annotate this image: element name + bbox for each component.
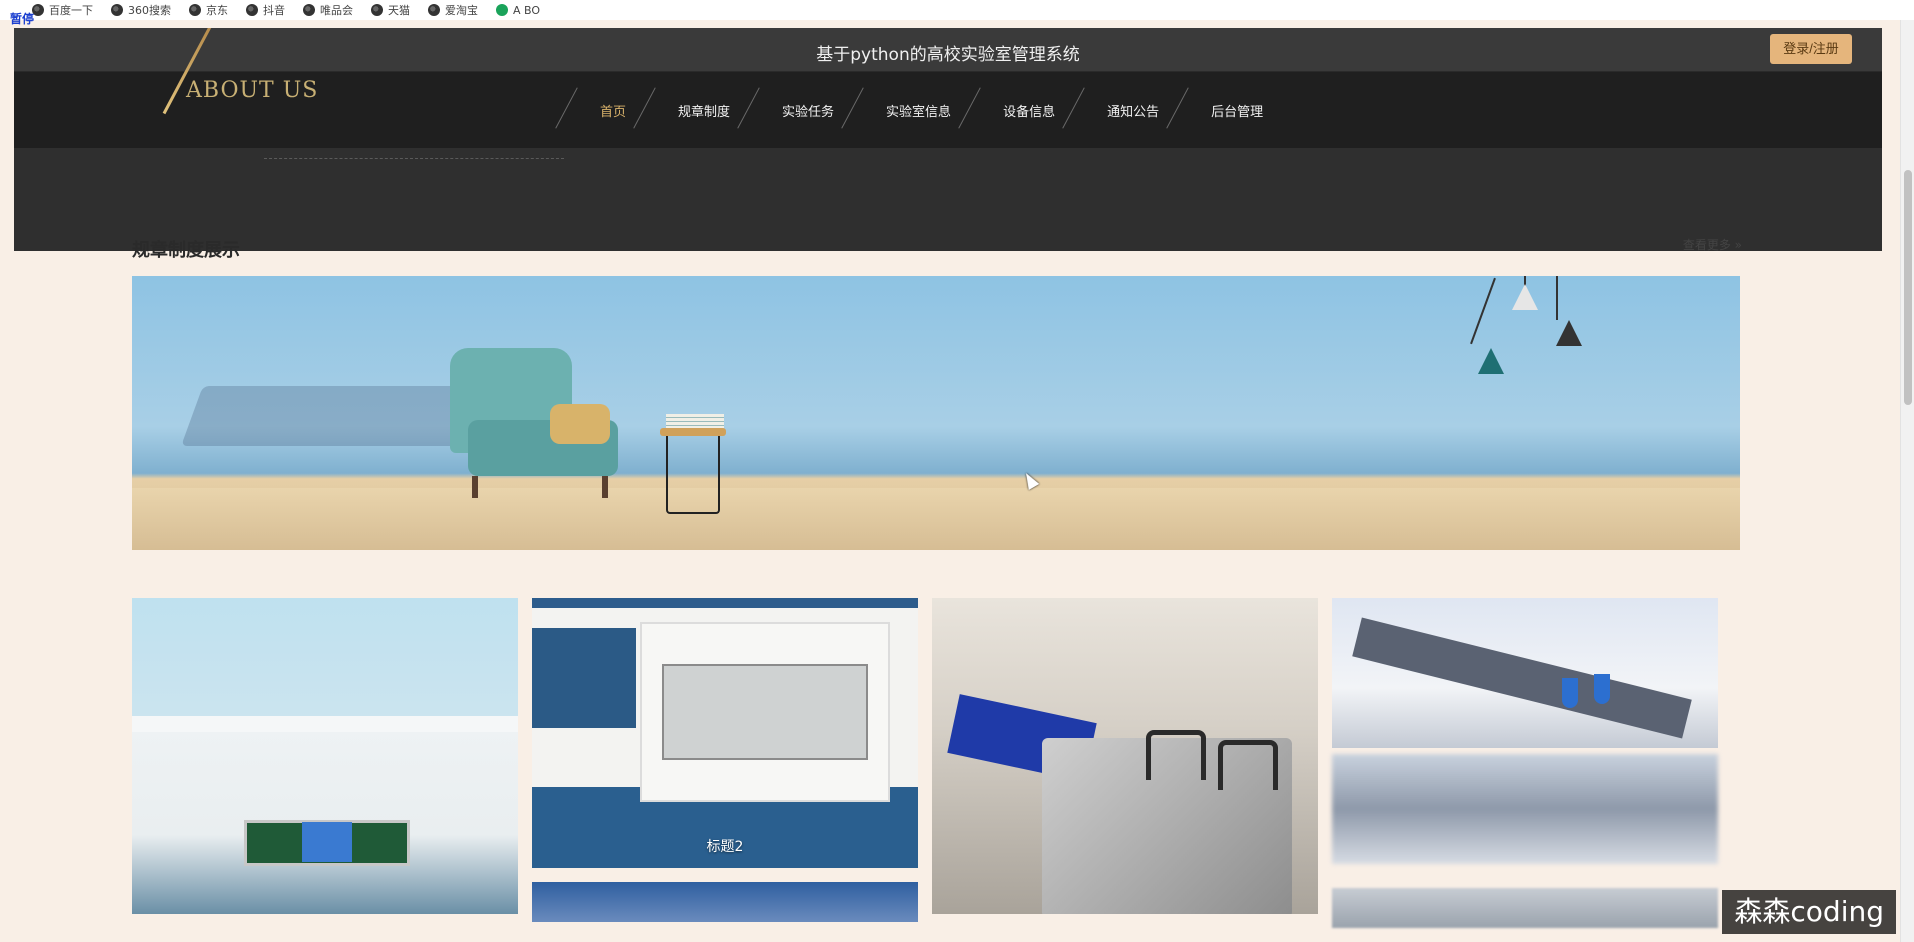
lamp-icon [1556, 320, 1582, 346]
hero-floor [132, 488, 1740, 550]
card-cabinet [532, 628, 636, 728]
globe-icon [303, 4, 315, 16]
bookmark-douyin[interactable]: 抖音 [246, 2, 285, 18]
card-ceiling [132, 716, 518, 732]
nav-item-equipment[interactable]: 设备信息 [958, 86, 1081, 129]
nav-label: 设备信息 [1003, 104, 1056, 120]
bookmark-label: 爱淘宝 [445, 4, 478, 17]
lamp-icon [1478, 348, 1504, 374]
rule-card-blurred-bottom[interactable] [1332, 888, 1718, 928]
card-flask [1562, 678, 1578, 708]
rule-card-lab-bench[interactable] [1332, 598, 1718, 748]
section-header: 规章制度展示 查看更多 » [132, 236, 1742, 266]
about-us-text: ABOUT US [186, 78, 319, 103]
rule-card-classroom[interactable] [132, 598, 518, 914]
rule-card-lab-room[interactable] [532, 882, 918, 922]
card-bench [1352, 617, 1692, 739]
pause-label[interactable]: 暂停 [10, 10, 34, 27]
top-bar: 基于python的高校实验室管理系统 登录/注册 [14, 28, 1882, 72]
bookmark-baidu[interactable]: 百度一下 [32, 2, 93, 18]
watermark: 森森coding [1722, 890, 1896, 934]
card-caption: 标题2 [706, 839, 744, 855]
bookmark-label: 抖音 [263, 4, 285, 17]
view-more-link[interactable]: 查看更多 » [1683, 236, 1742, 253]
card-hood-glass [662, 664, 868, 760]
nav-item-rules[interactable]: 规章制度 [633, 86, 756, 129]
login-register-button[interactable]: 登录/注册 [1770, 34, 1852, 64]
rule-card-fume-hood[interactable]: 标题2 [532, 598, 918, 868]
card-flask [1594, 674, 1610, 704]
rule-card-blurred[interactable] [1332, 754, 1718, 864]
bookmark-label: 京东 [206, 4, 228, 17]
bookmark-label: 360搜索 [128, 4, 171, 17]
rules-hero-image[interactable] [132, 276, 1740, 550]
nav-strip: ABOUT US 首页 规章制度 实验任务 实验室信息 设备信息 通知公告 后台… [14, 28, 1882, 148]
bookmark-jd[interactable]: 京东 [189, 2, 228, 18]
lamp-wire [1470, 277, 1496, 345]
nav-divider [555, 86, 578, 129]
bookmark-vip[interactable]: 唯品会 [303, 2, 353, 18]
nav-label: 实验任务 [782, 104, 835, 120]
nav-item-lab-info[interactable]: 实验室信息 [841, 86, 977, 129]
armchair-illustration [450, 348, 622, 498]
scrollbar-thumb[interactable] [1904, 170, 1912, 405]
bookmark-label: 天猫 [388, 4, 410, 17]
chair-pillow [550, 404, 610, 444]
header-banner: ABOUT US 首页 规章制度 实验任务 实验室信息 设备信息 通知公告 后台… [14, 28, 1882, 251]
card-handle [1146, 730, 1206, 780]
bookmark-aitaobao[interactable]: 爱淘宝 [428, 2, 478, 18]
nav-label: 后台管理 [1211, 104, 1264, 120]
bookmark-label: 百度一下 [49, 4, 93, 17]
nav-item-admin[interactable]: 后台管理 [1166, 86, 1289, 129]
section-title: 规章制度展示 [132, 240, 240, 261]
table-top [660, 428, 726, 436]
chair-leg [602, 476, 608, 498]
nav-item-tasks[interactable]: 实验任务 [737, 86, 860, 129]
nav-label: 规章制度 [678, 104, 731, 120]
bookmark-label: A BO [513, 3, 541, 17]
chair-leg [472, 476, 478, 498]
card-screen [302, 822, 352, 862]
main-nav: 首页 规章制度 实验任务 实验室信息 设备信息 通知公告 后台管理 [555, 72, 1289, 148]
side-table-illustration [660, 414, 726, 514]
table-legs [666, 436, 720, 514]
decorative-dashed-line [264, 158, 564, 159]
nav-label: 通知公告 [1107, 104, 1160, 120]
globe-icon [246, 4, 258, 16]
site-title: 基于python的高校实验室管理系统 [816, 45, 1080, 65]
bookmark-label: 唯品会 [320, 4, 353, 17]
globe-icon [428, 4, 440, 16]
book-stack [666, 414, 724, 428]
rule-card-equipment[interactable] [932, 598, 1318, 914]
nav-item-notices[interactable]: 通知公告 [1062, 86, 1185, 129]
card-handle [1218, 740, 1278, 790]
globe-icon [371, 4, 383, 16]
lamp-wire [1556, 276, 1558, 320]
bookmark-360[interactable]: 360搜索 [111, 2, 171, 18]
page-scrollbar[interactable] [1900, 20, 1914, 942]
nav-label: 实验室信息 [886, 104, 952, 120]
lamp-icon [1512, 284, 1538, 310]
bookmarks-bar: 暂停 百度一下 360搜索 京东 抖音 唯品会 天猫 爱淘宝 A BO [0, 0, 1914, 26]
bookmark-abo[interactable]: A BO [496, 4, 540, 17]
globe-icon [111, 4, 123, 16]
globe-icon [189, 4, 201, 16]
nav-label: 首页 [600, 104, 627, 120]
bookmark-tmall[interactable]: 天猫 [371, 2, 410, 18]
play-icon [496, 4, 508, 16]
